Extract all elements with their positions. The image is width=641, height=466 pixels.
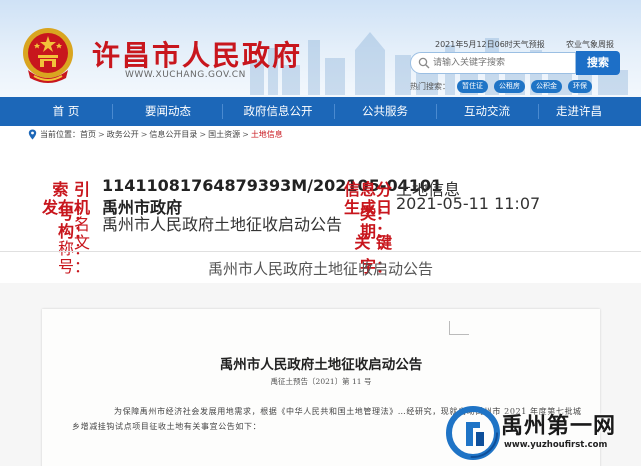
breadcrumb-separator: > xyxy=(98,130,105,139)
main-nav: 首 页 要闻动态 政府信息公开 公共服务 互动交流 走进许昌 xyxy=(0,97,641,126)
agri-weather-link[interactable]: 农业气象周报 xyxy=(566,39,614,50)
hot-tag[interactable]: 公租房 xyxy=(494,80,525,93)
search-box xyxy=(410,52,576,74)
name-value: 禹州市人民政府土地征收启动公告 xyxy=(102,215,343,234)
search-icon xyxy=(418,57,430,69)
watermark-logo-icon xyxy=(446,406,500,460)
breadcrumb-prefix: 当前位置： xyxy=(40,130,80,139)
watermark-url: www.yuzhoufirst.com xyxy=(504,440,608,450)
site-header: 许昌市人民政府 WWW.XUCHANG.GOV.CN 2021年5月12日06时… xyxy=(0,0,641,97)
nav-interaction[interactable]: 互动交流 xyxy=(442,97,532,126)
nav-divider xyxy=(334,104,335,119)
site-title[interactable]: 许昌市人民政府 xyxy=(92,34,302,74)
site-watermark: 禹州第一网 www.yuzhoufirst.com xyxy=(446,402,636,464)
weather-forecast-link[interactable]: 2021年5月12日06时天气预报 xyxy=(435,39,545,50)
breadcrumb-current[interactable]: 土地信息 xyxy=(251,129,283,140)
watermark-name: 禹州第一网 xyxy=(501,414,617,439)
breadcrumb-separator: > xyxy=(199,130,207,139)
hot-search-label: 热门搜索： xyxy=(410,82,450,91)
location-pin-icon xyxy=(28,129,37,140)
document-number: 禹征土预告〔2021〕第 11 号 xyxy=(270,377,372,386)
search-button[interactable]: 搜索 xyxy=(576,51,620,75)
breadcrumb-land-resources[interactable]: 国土资源 xyxy=(208,129,240,140)
page-title: 禹州市人民政府土地征收启动公告 xyxy=(207,260,433,278)
document-title: 禹州市人民政府土地征收启动公告 xyxy=(219,357,423,373)
nav-divider xyxy=(112,104,113,119)
date-value: 2021-05-11 11:07 xyxy=(396,194,541,213)
search-input[interactable] xyxy=(433,55,573,71)
nav-divider xyxy=(222,104,223,119)
divider xyxy=(0,251,641,252)
breadcrumb-info-catalog[interactable]: 信息公开目录 xyxy=(149,129,197,140)
nav-about[interactable]: 走进许昌 xyxy=(544,97,614,126)
hot-tag[interactable]: 公积金 xyxy=(531,80,562,93)
nav-gov-info[interactable]: 政府信息公开 xyxy=(228,97,328,126)
nav-home[interactable]: 首 页 xyxy=(30,97,102,126)
breadcrumb: 当前位置： 首页 > 政务公开 > 信息公开目录 > 国土资源 > 土地信息 xyxy=(28,129,283,140)
breadcrumb-separator: > xyxy=(242,130,249,139)
nav-divider xyxy=(436,104,437,119)
nav-public-service[interactable]: 公共服务 xyxy=(340,97,430,126)
breadcrumb-separator: > xyxy=(140,130,148,139)
breadcrumb-home[interactable]: 首页 xyxy=(80,129,96,140)
site-domain: WWW.XUCHANG.GOV.CN xyxy=(125,70,246,80)
crop-mark xyxy=(449,321,469,335)
hot-tag[interactable]: 环保 xyxy=(568,80,592,93)
breadcrumb-gov-affairs[interactable]: 政务公开 xyxy=(107,129,139,140)
hot-tag[interactable]: 暂住证 xyxy=(457,80,488,93)
nav-news[interactable]: 要闻动态 xyxy=(124,97,212,126)
national-emblem-logo xyxy=(23,28,73,83)
info-metadata-table: 索 引 号： 11411081764879393M/202105-04101 发… xyxy=(40,168,600,276)
nav-divider xyxy=(538,104,539,119)
